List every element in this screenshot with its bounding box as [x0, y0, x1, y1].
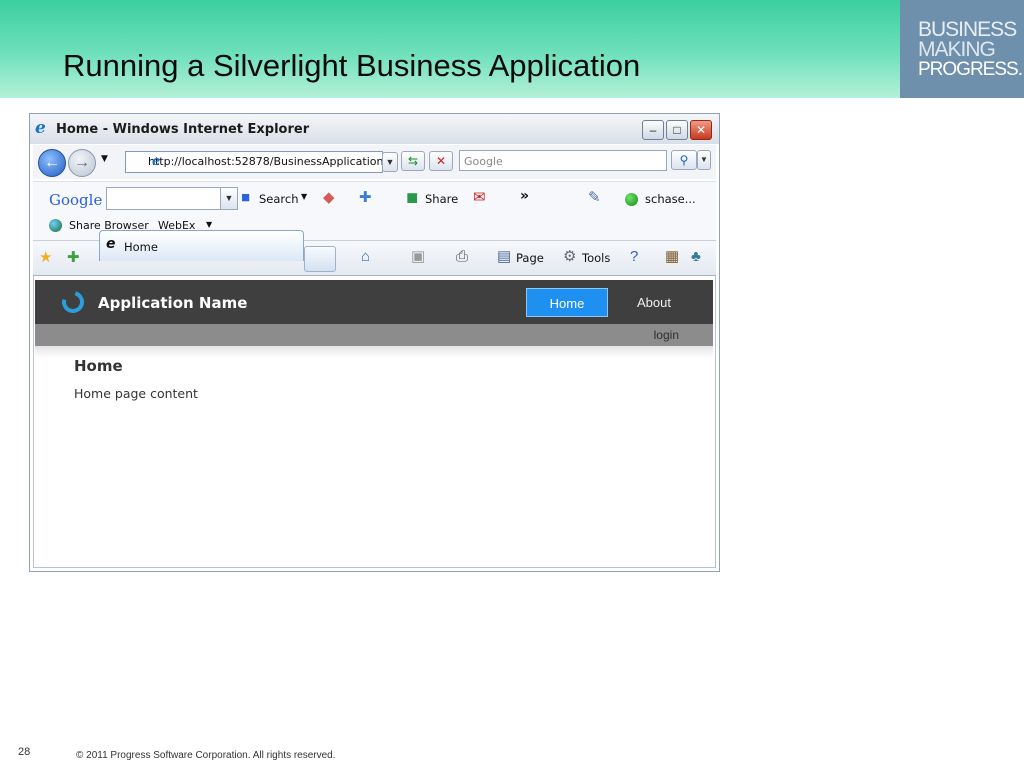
favorites-star-icon[interactable]: ★: [39, 250, 52, 266]
bookmark-icon[interactable]: ◆: [323, 190, 335, 206]
google-search-icon[interactable]: ■: [241, 190, 250, 206]
login-link[interactable]: login: [654, 328, 679, 342]
webex-dropdown-icon[interactable]: ▼: [206, 220, 212, 229]
gear-icon: ⚙: [563, 248, 577, 265]
forward-button[interactable]: →: [68, 149, 96, 177]
content-shadow: [35, 346, 713, 358]
tab-ie-icon: e: [106, 236, 116, 252]
refresh-button[interactable]: ⇆: [401, 151, 425, 171]
google-dropdown-icon[interactable]: ▼: [220, 188, 237, 209]
google-logo: Google: [49, 191, 103, 209]
brand-logo: BUSINESS MAKING PROGRESS.: [900, 0, 1024, 98]
search-options-icon[interactable]: ▼: [697, 150, 711, 170]
app-name: Application Name: [98, 294, 248, 312]
stop-button[interactable]: ✕: [429, 151, 453, 171]
search-button[interactable]: ⚲: [671, 150, 697, 170]
gmail-icon[interactable]: ✉: [473, 190, 486, 206]
new-tab-button[interactable]: [304, 246, 336, 272]
messenger-icon[interactable]: ♣: [691, 249, 701, 265]
share-button[interactable]: Share: [425, 192, 458, 206]
address-dropdown-button[interactable]: ▼: [382, 152, 398, 172]
brand-line-2: MAKING: [918, 38, 996, 61]
address-field[interactable]: e http://localhost:52878/BusinessApplica…: [125, 151, 383, 173]
wrench-icon[interactable]: ✎: [588, 190, 601, 206]
recent-pages-dropdown-icon[interactable]: ▼: [101, 154, 108, 164]
nav-home-button[interactable]: Home: [526, 288, 608, 317]
tab-label: Home: [124, 240, 158, 254]
share-icon: ◼: [406, 189, 419, 206]
brand-line-3: PROGRESS.: [918, 59, 1023, 80]
maximize-button[interactable]: □: [666, 120, 688, 140]
page-icon: ▤: [497, 248, 512, 265]
login-bar: login: [35, 324, 713, 346]
address-text: http://localhost:52878/BusinessApplicati…: [148, 155, 383, 168]
app-header-bar: Application Name Home About: [35, 280, 713, 324]
tools-menu-button[interactable]: Tools: [582, 251, 610, 265]
browser-window: e Home - Windows Internet Explorer – □ ✕…: [29, 113, 720, 572]
address-toolbar: ← → ▼ e http://localhost:52878/BusinessA…: [33, 145, 716, 179]
slide-title: Running a Silverlight Business Applicati…: [63, 48, 641, 83]
search-dropdown-icon[interactable]: ▼: [301, 192, 307, 201]
more-chevron-button[interactable]: »: [520, 188, 529, 204]
copyright-text: © 2011 Progress Software Corporation. Al…: [76, 750, 336, 761]
window-title: Home - Windows Internet Explorer: [56, 122, 310, 137]
back-button[interactable]: ←: [38, 149, 66, 177]
help-icon[interactable]: ?: [630, 249, 638, 265]
close-button[interactable]: ✕: [690, 120, 712, 140]
slide-header: Running a Silverlight Business Applicati…: [0, 0, 1024, 98]
add-favorites-icon[interactable]: ✚: [67, 250, 80, 266]
page-menu-button[interactable]: Page: [516, 251, 544, 265]
home-icon[interactable]: ⌂: [361, 249, 370, 265]
ie-logo-icon: e: [35, 118, 46, 138]
user-account-button[interactable]: schase...: [645, 192, 696, 206]
brand-line-1: BUSINESS: [918, 18, 1017, 41]
page-icon: e: [152, 154, 161, 169]
print-icon[interactable]: ⎙: [456, 249, 468, 265]
minimize-button[interactable]: –: [642, 120, 664, 140]
window-titlebar: e Home - Windows Internet Explorer – □ ✕: [30, 114, 719, 144]
slide-page-number: 28: [18, 746, 31, 758]
nav-about-link[interactable]: About: [637, 295, 671, 310]
page-heading: Home: [74, 357, 123, 375]
plus-icon[interactable]: ✚: [359, 190, 372, 206]
status-dot-icon: [625, 193, 638, 206]
app-logo-icon: [57, 286, 89, 318]
search-input[interactable]: Google: [459, 150, 667, 171]
feeds-icon[interactable]: ▣: [411, 249, 425, 265]
research-icon[interactable]: ▦: [665, 249, 679, 265]
google-search-box[interactable]: ▼: [106, 187, 238, 210]
page-content-text: Home page content: [74, 386, 198, 401]
google-search-button[interactable]: Search: [259, 192, 299, 206]
globe-icon: [49, 219, 62, 232]
tab-home[interactable]: e Home: [99, 230, 304, 261]
